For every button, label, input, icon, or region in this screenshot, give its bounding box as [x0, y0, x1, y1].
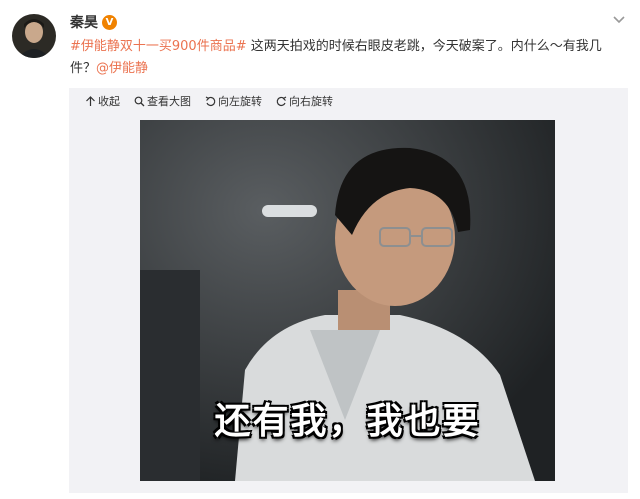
view-large-button[interactable]: 查看大图 — [134, 93, 191, 109]
media-toolbar: 收起 查看大图 向左旋转 向右旋转 — [85, 93, 333, 109]
mention-link[interactable]: @伊能静 — [96, 61, 148, 76]
rotate-right-icon — [276, 95, 287, 106]
media-viewer: 收起 查看大图 向左旋转 向右旋转 还有我，我也要 — [69, 88, 628, 493]
rotate-right-button[interactable]: 向右旋转 — [276, 93, 333, 109]
author-name[interactable]: 秦昊 — [70, 12, 98, 32]
search-icon — [134, 96, 145, 106]
topic-link[interactable]: #伊能静双十一买900件商品# — [70, 39, 247, 54]
chevron-down-icon[interactable] — [612, 12, 626, 26]
image-caption: 还有我，我也要 — [214, 401, 481, 442]
arrow-up-icon — [86, 95, 95, 106]
collapse-label: 收起 — [98, 95, 120, 108]
author-row: 秦昊 V — [70, 12, 117, 32]
post-text: #伊能静双十一买900件商品# 这两天拍戏的时候右眼皮老跳，今天破案了。内什么～… — [70, 36, 610, 80]
author-avatar[interactable] — [12, 14, 56, 58]
rotate-right-label: 向右旋转 — [289, 95, 333, 108]
avatar-portrait — [18, 19, 50, 58]
post-image[interactable]: 还有我，我也要 — [140, 120, 555, 481]
collapse-button[interactable]: 收起 — [85, 93, 120, 109]
rotate-left-label: 向左旋转 — [218, 95, 262, 108]
view-large-label: 查看大图 — [147, 95, 191, 108]
rotate-left-icon — [205, 95, 216, 106]
verified-badge: V — [102, 14, 117, 30]
rotate-left-button[interactable]: 向左旋转 — [205, 93, 262, 109]
